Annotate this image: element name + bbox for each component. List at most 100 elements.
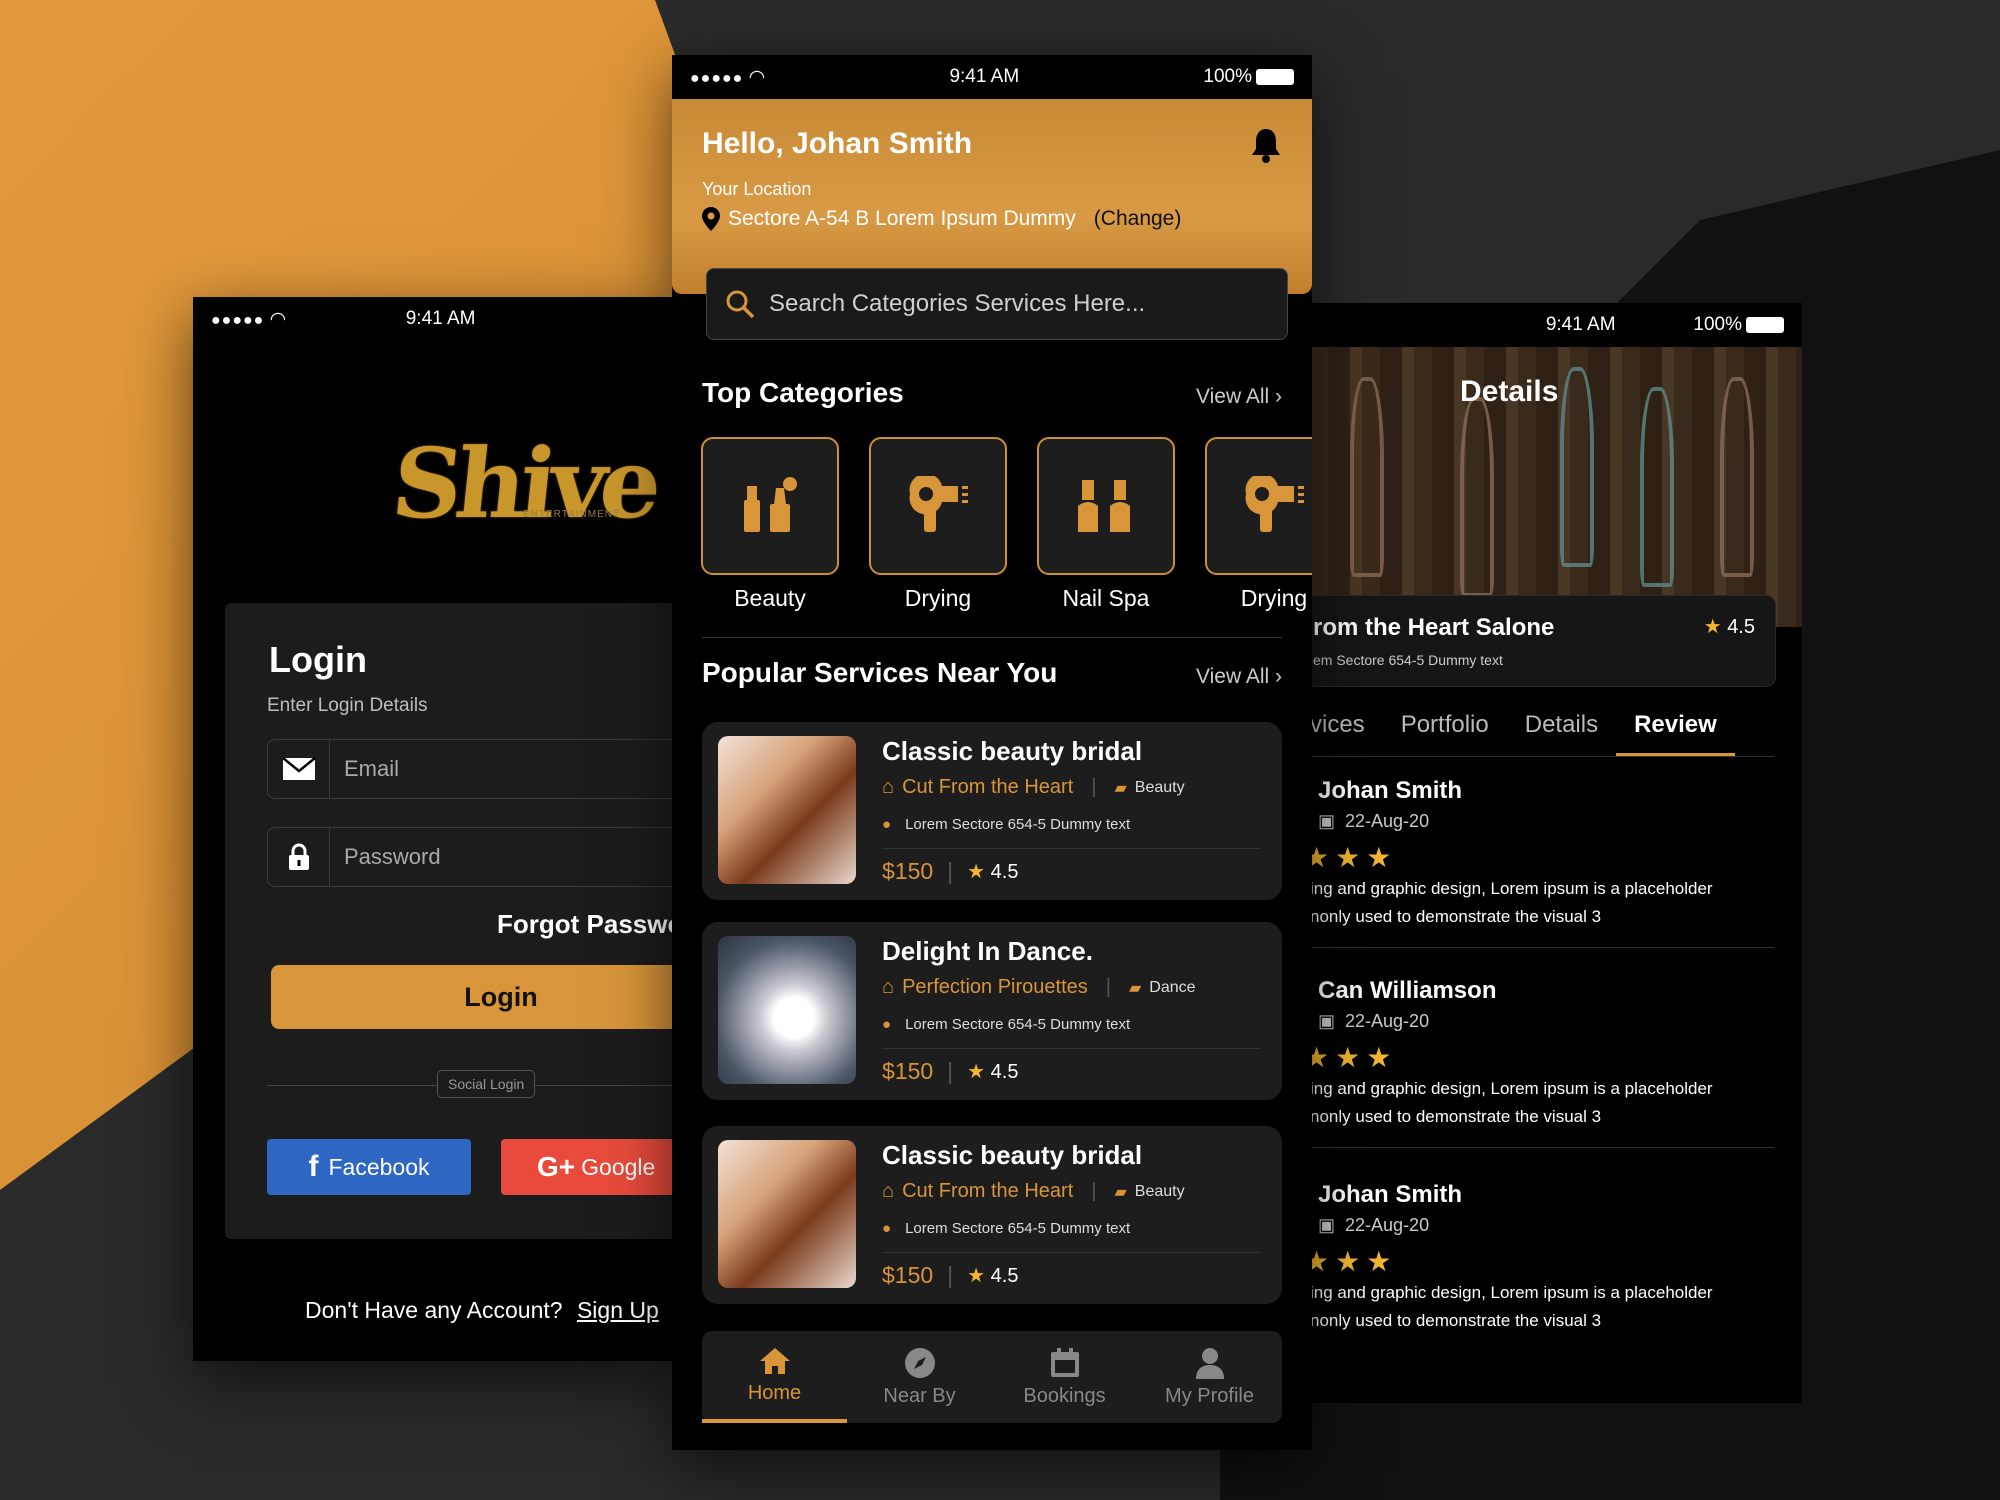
status-time: 9:41 AM [949,66,1020,87]
status-bar: ●●●●● ◠ 9:41 AM [193,297,673,341]
divider [702,637,1282,638]
service-price-row: $150 | ★ 4.5 [882,1262,1019,1288]
service-shop: ⌂ Cut From the Heart | ▰ Beauty [882,776,1185,798]
status-bar: 9:41 AM 100% [1310,303,1802,347]
search-input[interactable]: Search Categories Services Here... [706,268,1288,340]
category-item[interactable]: Nail Spa [1037,437,1175,612]
tab-details[interactable]: Details [1507,711,1616,756]
forgot-password-link[interactable]: Forgot Password [497,909,673,940]
reviewer-name: Can Williamson [1318,977,1497,1004]
password-placeholder: Password [344,844,441,869]
review-text: ing and graphic design, Lorem ipsum is a… [1310,1283,1713,1330]
category-label: Drying [904,585,972,611]
service-title: Classic beauty bridal [882,1140,1143,1170]
page-title: Details [1460,375,1559,408]
category-item[interactable]: Drying [869,437,1007,612]
profile-icon [1195,1347,1224,1379]
review-stars: ★★★ [1310,1042,1398,1073]
tab-label: Home [747,1381,802,1404]
briefcase-icon: ▰ [1114,779,1127,797]
review-text: ing and graphic design, Lorem ipsum is a… [1310,879,1713,926]
tab-near-by[interactable]: Near By [847,1331,992,1423]
service-title: Delight In Dance. [882,936,1093,966]
popular-services-title: Popular Services Near You [702,657,1058,688]
tab-label: Bookings [1023,1384,1106,1407]
email-field[interactable]: Email [267,739,673,799]
category-label: Nail Spa [1062,585,1150,611]
location-row: Sectore A-54 B Lorem Ipsum Dummy (Change… [702,207,1181,231]
store-icon: ⌂ [882,776,895,798]
service-title: Classic beauty bridal [882,736,1143,766]
status-time: 9:41 AM [1545,314,1616,335]
briefcase-icon: ▰ [1128,979,1142,997]
home-screen: ●●●●● ◠ 9:41 AM 100% Hello, Johan Smith … [672,55,1312,1450]
bell-icon[interactable] [1250,127,1282,163]
star-icon: ★ [967,1265,986,1287]
facebook-label: Facebook [328,1153,430,1180]
signup-link[interactable]: Sign Up [577,1297,659,1323]
reviewer-name: Johan Smith [1318,1181,1463,1208]
tab-portfolio[interactable]: Portfolio [1383,711,1507,756]
tab-bookings[interactable]: Bookings [992,1331,1137,1423]
login-button[interactable]: Login [271,965,673,1029]
hair-dryer-icon [1205,437,1312,575]
envelope-icon [268,740,330,798]
home-icon [759,1347,790,1374]
password-field[interactable]: Password [267,827,673,887]
service-address: ● Lorem Sectore 654-5 Dummy text [882,816,1131,833]
store-icon: ⌂ [882,976,895,998]
service-card[interactable]: Delight In Dance. ⌂ Perfection Pirouettes… [702,922,1282,1100]
facebook-button[interactable]: f Facebook [267,1139,471,1195]
view-all-categories[interactable]: View All › [1196,385,1282,409]
wifi-icon: ◠ [269,308,287,330]
brand-sub: ENTERTAINMENT [523,509,621,520]
status-bar: ●●●●● ◠ 9:41 AM 100% [672,55,1312,99]
brand-logo: Shive [387,427,662,540]
tab-label: Near By [883,1384,956,1407]
compass-icon [904,1347,935,1378]
review-date: ▣ 22-Aug-20 [1318,1215,1430,1235]
login-subtitle: Enter Login Details [267,695,428,716]
status-time: 9:41 AM [405,308,476,329]
google-plus-icon: G+ [537,1151,576,1182]
battery-text: 100% [1693,314,1742,335]
category-list: Beauty Drying Nail Spa Drying [701,437,1312,612]
scissors-image [1350,377,1384,577]
google-button[interactable]: G+ Google [501,1139,673,1195]
pin-icon [702,207,720,231]
service-price: $150 [882,1058,934,1084]
category-item[interactable]: Drying [1205,437,1312,612]
tab-services[interactable]: vices [1310,711,1383,756]
tab-my-profile[interactable]: My Profile [1137,1331,1282,1423]
location-label: Your Location [702,179,812,199]
pin-icon: ● [882,1220,892,1237]
email-placeholder: Email [344,756,400,781]
view-all-services[interactable]: View All › [1196,665,1282,689]
service-card[interactable]: Classic beauty bridal ⌂ Cut From the Hear… [702,722,1282,900]
tab-review[interactable]: Review [1616,711,1735,756]
nail-polish-icon [1037,437,1175,575]
service-image [718,1140,856,1288]
social-login-label: Social Login [437,1070,536,1098]
service-shop: ⌂ Cut From the Heart | ▰ Beauty [882,1180,1185,1202]
divider [1310,1147,1774,1148]
service-card[interactable]: Classic beauty bridal ⌂ Cut From the Hear… [702,1126,1282,1304]
login-screen: ●●●●● ◠ 9:41 AM Shive ENTERTAINMENT Logi… [193,297,673,1361]
search-icon [726,290,755,319]
top-categories-title: Top Categories [702,377,904,408]
scissors-image [1460,397,1494,597]
divider [1310,947,1774,948]
tab-label: My Profile [1165,1384,1254,1407]
greeting: Hello, Johan Smith [702,127,973,160]
salon-card: rom the Heart Salone ★ 4.5 em Sectore 65… [1310,595,1776,687]
calendar-icon: ▣ [1318,1215,1336,1235]
review-text: ing and graphic design, Lorem ipsum is a… [1310,1079,1713,1126]
wifi-icon: ◠ [748,66,766,88]
salon-rating: ★ 4.5 [1704,614,1755,639]
details-screen: 9:41 AM 100% Details rom the Heart Salon… [1310,303,1802,1403]
category-item[interactable]: Beauty [701,437,839,612]
calendar-icon [1050,1347,1079,1377]
tab-home[interactable]: Home [702,1331,847,1423]
change-location-link[interactable]: (Change) [1094,207,1182,231]
category-label: Beauty [734,585,806,611]
